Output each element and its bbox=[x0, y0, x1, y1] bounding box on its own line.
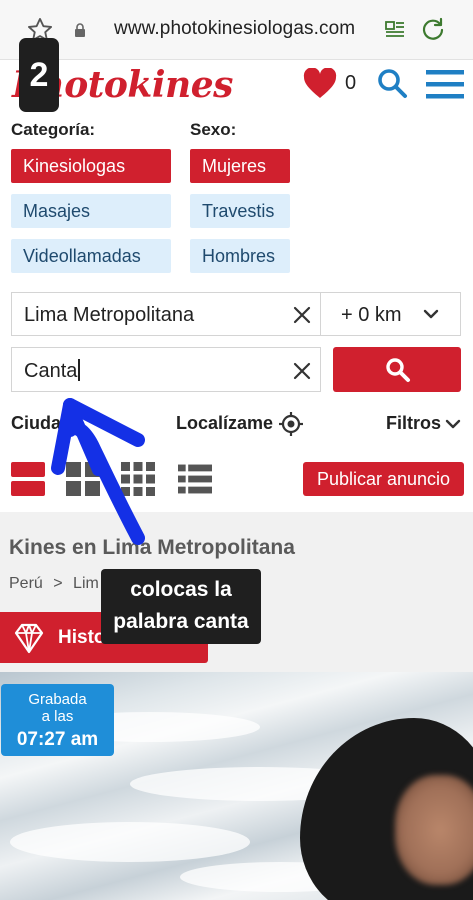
chevron-down-icon bbox=[445, 419, 461, 429]
crosshair-icon[interactable] bbox=[279, 412, 303, 436]
search-icon[interactable] bbox=[376, 67, 408, 99]
breadcrumb-city[interactable]: Lim bbox=[73, 575, 99, 592]
clear-icon[interactable] bbox=[293, 362, 311, 380]
tutorial-callout: colocas la palabra canta bbox=[101, 569, 261, 644]
view-small-grid-icon[interactable] bbox=[121, 462, 155, 496]
location-value: Lima Metropolitana bbox=[24, 304, 195, 326]
reader-mode-icon[interactable] bbox=[384, 19, 406, 41]
chevron-down-icon bbox=[423, 309, 439, 319]
badge-time: 07:27 am bbox=[16, 729, 99, 750]
history-label: Histo bbox=[58, 627, 106, 648]
url-text[interactable]: www.photokinesiologas.com bbox=[114, 18, 355, 40]
category-label: Categoría: bbox=[11, 120, 96, 139]
filters-toggle[interactable]: Filtros bbox=[386, 413, 441, 434]
chip-kinesiologas[interactable]: Kinesiologas bbox=[11, 149, 171, 183]
radius-select[interactable]: + 0 km bbox=[320, 292, 461, 336]
heart-icon[interactable] bbox=[303, 68, 337, 100]
location-field[interactable]: Lima Metropolitana bbox=[11, 292, 321, 336]
view-list-icon[interactable] bbox=[178, 462, 212, 496]
text-cursor bbox=[78, 359, 81, 381]
tutorial-step-badge: 2 bbox=[19, 38, 59, 112]
callout-line1: colocas la bbox=[130, 578, 232, 601]
locate-me-label[interactable]: Localízame bbox=[176, 413, 273, 434]
badge-line1: Grabada bbox=[28, 691, 87, 708]
browser-url-bar: www.photokinesiologas.com bbox=[0, 0, 473, 60]
chip-travestis[interactable]: Travestis bbox=[190, 194, 290, 228]
badge-line2: a las bbox=[41, 708, 74, 725]
lock-icon bbox=[75, 23, 85, 37]
sex-label: Sexo: bbox=[190, 120, 237, 139]
chip-masajes[interactable]: Masajes bbox=[11, 194, 171, 228]
chip-hombres[interactable]: Hombres bbox=[190, 239, 290, 273]
favorites-count: 0 bbox=[345, 72, 357, 94]
clear-icon[interactable] bbox=[293, 306, 311, 324]
breadcrumb-country[interactable]: Perú bbox=[9, 575, 43, 592]
publish-ad-button[interactable]: Publicar anuncio bbox=[303, 462, 464, 496]
search-button[interactable] bbox=[333, 347, 461, 392]
chip-videollamadas[interactable]: Videollamadas bbox=[11, 239, 171, 273]
listing-title: Kines en Lima Metropolitana bbox=[9, 536, 295, 559]
breadcrumb-separator: > bbox=[53, 575, 63, 592]
diamond-icon bbox=[14, 623, 44, 654]
recorded-time-badge: Grabada a las 07:27 am bbox=[1, 684, 114, 756]
callout-line2: palabra canta bbox=[113, 610, 249, 633]
search-icon bbox=[386, 358, 410, 382]
radius-value: + 0 km bbox=[341, 304, 402, 326]
search-value: Canta bbox=[24, 360, 78, 382]
city-selector[interactable]: Ciudad bbox=[11, 413, 72, 434]
chip-mujeres[interactable]: Mujeres bbox=[190, 149, 290, 183]
reload-icon[interactable] bbox=[420, 17, 446, 43]
view-large-icon[interactable] bbox=[11, 462, 45, 496]
breadcrumb: Perú > Lim bbox=[9, 575, 99, 593]
blurred-face bbox=[395, 775, 473, 885]
menu-icon[interactable] bbox=[426, 68, 464, 100]
view-grid-icon[interactable] bbox=[66, 462, 100, 496]
search-input[interactable]: Canta bbox=[11, 347, 321, 392]
